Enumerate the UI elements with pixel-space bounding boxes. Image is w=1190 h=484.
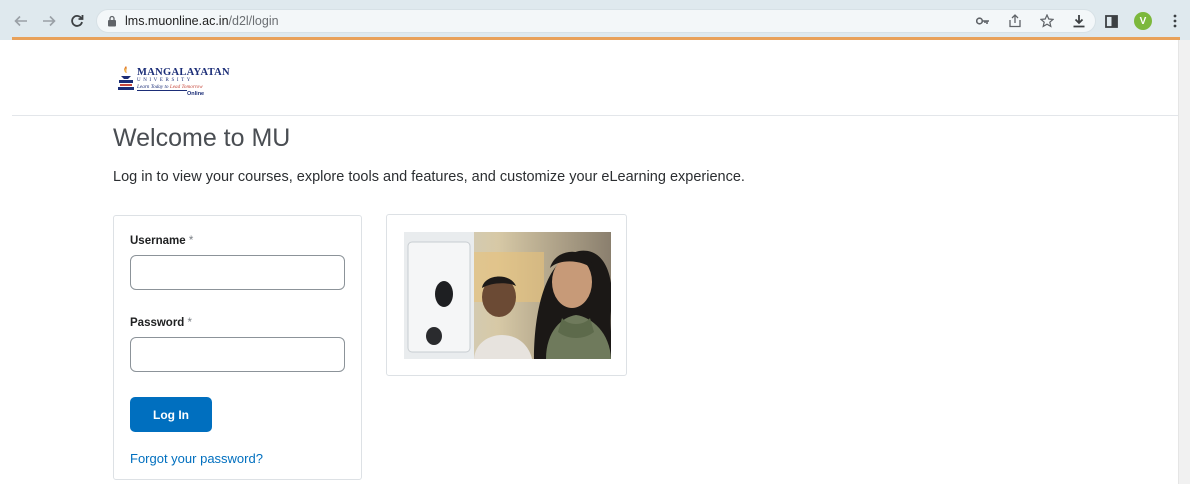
profile-avatar[interactable]: V <box>1134 12 1152 30</box>
browser-toolbar: lms.muonline.ac.in/d2l/login V <box>0 0 1190 40</box>
logo-subtitle: UNIVERSITY <box>137 78 193 83</box>
university-logo[interactable]: MANGALAYATAN UNIVERSITY Learn Today to L… <box>117 64 230 102</box>
log-in-button[interactable]: Log In <box>130 397 212 432</box>
torch-logo-icon <box>118 66 134 90</box>
password-label-text: Password <box>130 317 185 329</box>
key-icon[interactable] <box>974 12 992 30</box>
star-icon[interactable] <box>1038 12 1056 30</box>
page-title: Welcome to MU <box>113 124 291 152</box>
logo-online: Online <box>187 91 205 97</box>
forgot-password-link[interactable]: Forgot your password? <box>130 451 263 466</box>
back-arrow-icon[interactable] <box>10 10 32 32</box>
sidebar-icon[interactable] <box>1102 12 1120 30</box>
browser-actions: V <box>974 9 1184 33</box>
logo-divider <box>137 90 187 91</box>
logo-wordmark: MANGALAYATAN <box>137 67 230 78</box>
students-photo <box>404 232 611 359</box>
reload-icon[interactable] <box>66 10 88 32</box>
login-form: Username * Password * Log In Forgot your… <box>113 215 362 480</box>
menu-dots-icon[interactable] <box>1166 12 1184 30</box>
username-label: Username * <box>130 235 193 247</box>
username-required-mark: * <box>188 235 194 247</box>
page-subtitle: Log in to view your courses, explore too… <box>113 169 745 185</box>
url-path: /d2l/login <box>228 14 279 28</box>
forward-arrow-icon[interactable] <box>38 10 60 32</box>
username-label-text: Username <box>130 235 186 247</box>
banner-image-card <box>386 214 627 376</box>
site-header: MANGALAYATAN UNIVERSITY Learn Today to L… <box>12 40 1178 116</box>
page-scrollbar[interactable] <box>1178 40 1190 484</box>
url-host: lms.muonline.ac.in <box>125 14 229 28</box>
password-label: Password * <box>130 317 192 329</box>
username-input[interactable] <box>130 255 345 290</box>
password-input[interactable] <box>130 337 345 372</box>
lock-icon[interactable] <box>107 15 117 27</box>
address-bar[interactable]: lms.muonline.ac.in/d2l/login <box>96 9 1096 33</box>
download-icon[interactable] <box>1070 12 1088 30</box>
password-required-mark: * <box>187 317 193 329</box>
share-icon[interactable] <box>1006 12 1024 30</box>
